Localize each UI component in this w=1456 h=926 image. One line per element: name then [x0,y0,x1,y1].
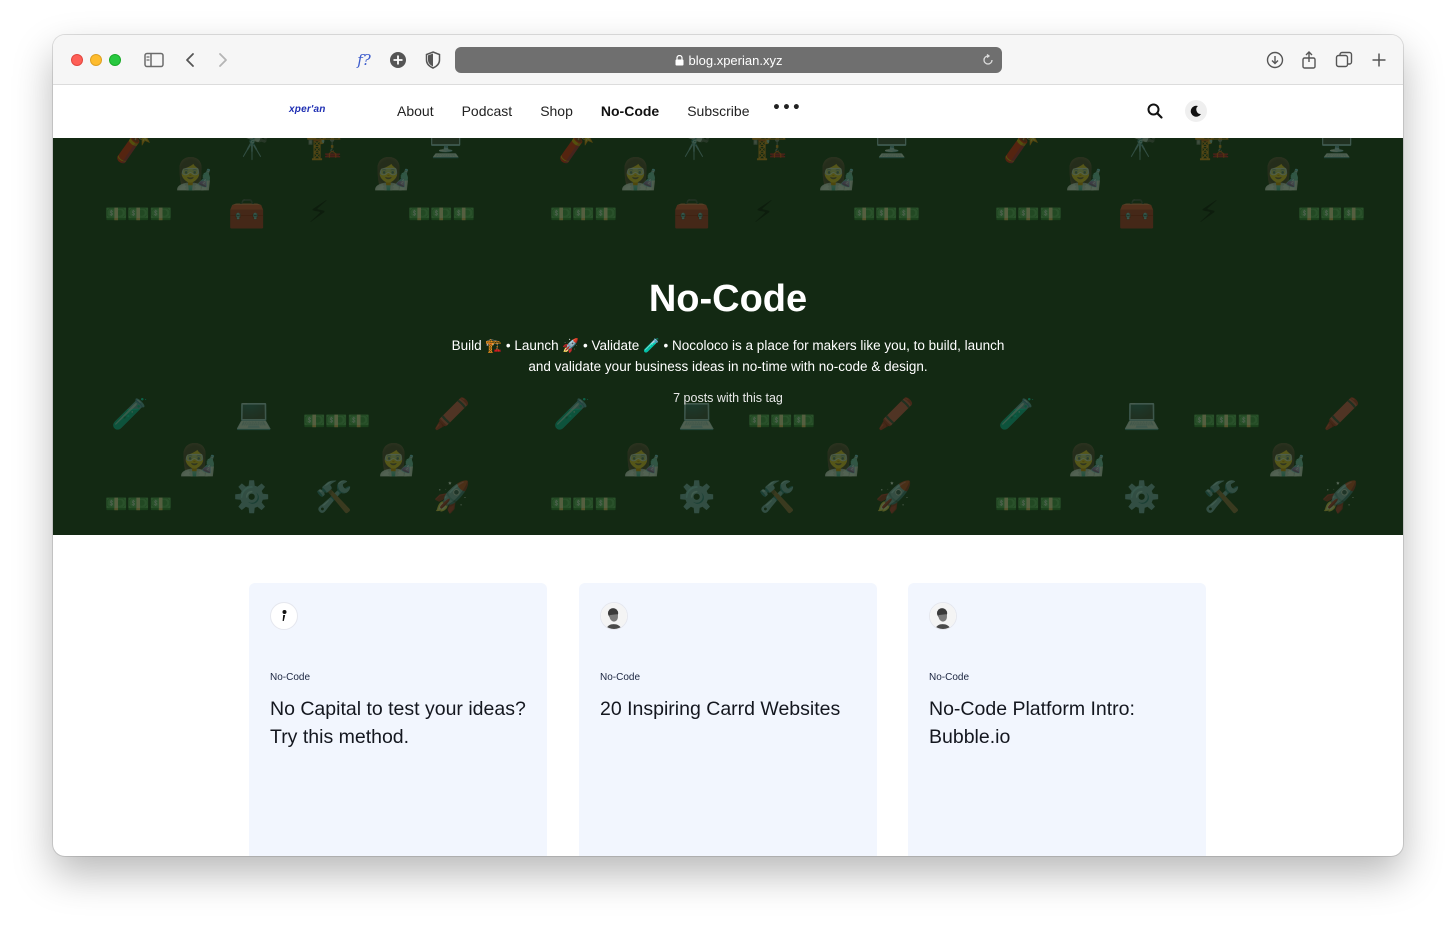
lock-icon [675,54,684,66]
extension-formula-icon[interactable]: f? [352,48,376,72]
post-card[interactable]: No-Code No-Code Platform Intro: Bubble.i… [908,583,1206,856]
close-window-button[interactable] [71,54,83,66]
tag-description-line-1: Build 🏗️ • Launch 🚀 • Validate 🧪 • Nocol… [451,338,1005,353]
sidebar-toggle-icon[interactable] [142,48,166,72]
nav-link-about[interactable]: About [397,103,434,119]
new-tab-icon[interactable] [1367,48,1391,72]
post-tag[interactable]: No-Code [600,672,640,683]
forward-icon[interactable] [211,48,235,72]
post-card[interactable]: No-Code No Capital to test your ideas? T… [249,583,547,856]
downloads-icon[interactable] [1263,48,1287,72]
post-title[interactable]: No-Code Platform Intro: Bubble.io [929,695,1189,751]
nav-link-podcast[interactable]: Podcast [462,103,513,119]
more-menu-button[interactable]: ••• [772,100,802,116]
main-navigation: About Podcast Shop No-Code Subscribe [397,103,777,119]
address-bar[interactable]: blog.xperian.xyz [455,47,1002,73]
author-avatar-logo-icon[interactable] [270,602,298,630]
site-header: xper'an About Podcast Shop No-Code Subsc… [53,85,1403,138]
post-title[interactable]: No Capital to test your ideas? Try this … [270,695,530,751]
dark-mode-toggle-icon[interactable] [1185,100,1207,122]
nav-link-no-code[interactable]: No-Code [601,103,659,119]
browser-window: f? blog.xperian.xyz xper'an About Podcas… [53,35,1403,856]
back-icon[interactable] [178,48,202,72]
reload-icon[interactable] [980,52,996,68]
author-avatar-icon[interactable] [600,602,628,630]
post-tag[interactable]: No-Code [270,672,310,683]
zoom-window-button[interactable] [109,54,121,66]
search-icon[interactable] [1146,102,1164,120]
site-logo[interactable]: xper'an [289,104,326,115]
post-count: 7 posts with this tag [673,391,783,405]
privacy-shield-icon[interactable] [421,48,445,72]
url-text: blog.xperian.xyz [688,52,783,68]
minimize-window-button[interactable] [90,54,102,66]
post-tag[interactable]: No-Code [929,672,969,683]
tag-hero-banner: 🧨 🔭 🏗️ 🖥️ 👩‍🔬 👩‍🔬 💵💵💵 🧰 ⚡ 💵💵💵 🧨 🔭 🏗️ 🖥️ … [53,138,1403,535]
post-title[interactable]: 20 Inspiring Carrd Websites [600,695,860,723]
nav-link-shop[interactable]: Shop [540,103,573,119]
tag-description-line-2: and validate your business ideas in no-t… [528,359,928,374]
browser-toolbar: f? blog.xperian.xyz [53,35,1403,85]
tag-description: Build 🏗️ • Launch 🚀 • Validate 🧪 • Nocol… [443,335,1013,377]
tab-overview-icon[interactable] [1332,48,1356,72]
share-icon[interactable] [1297,48,1321,72]
nav-link-subscribe[interactable]: Subscribe [687,103,749,119]
extension-plus-icon[interactable] [386,48,410,72]
tag-title: No-Code [648,278,808,320]
post-card[interactable]: No-Code 20 Inspiring Carrd Websites [579,583,877,856]
author-avatar-icon[interactable] [929,602,957,630]
